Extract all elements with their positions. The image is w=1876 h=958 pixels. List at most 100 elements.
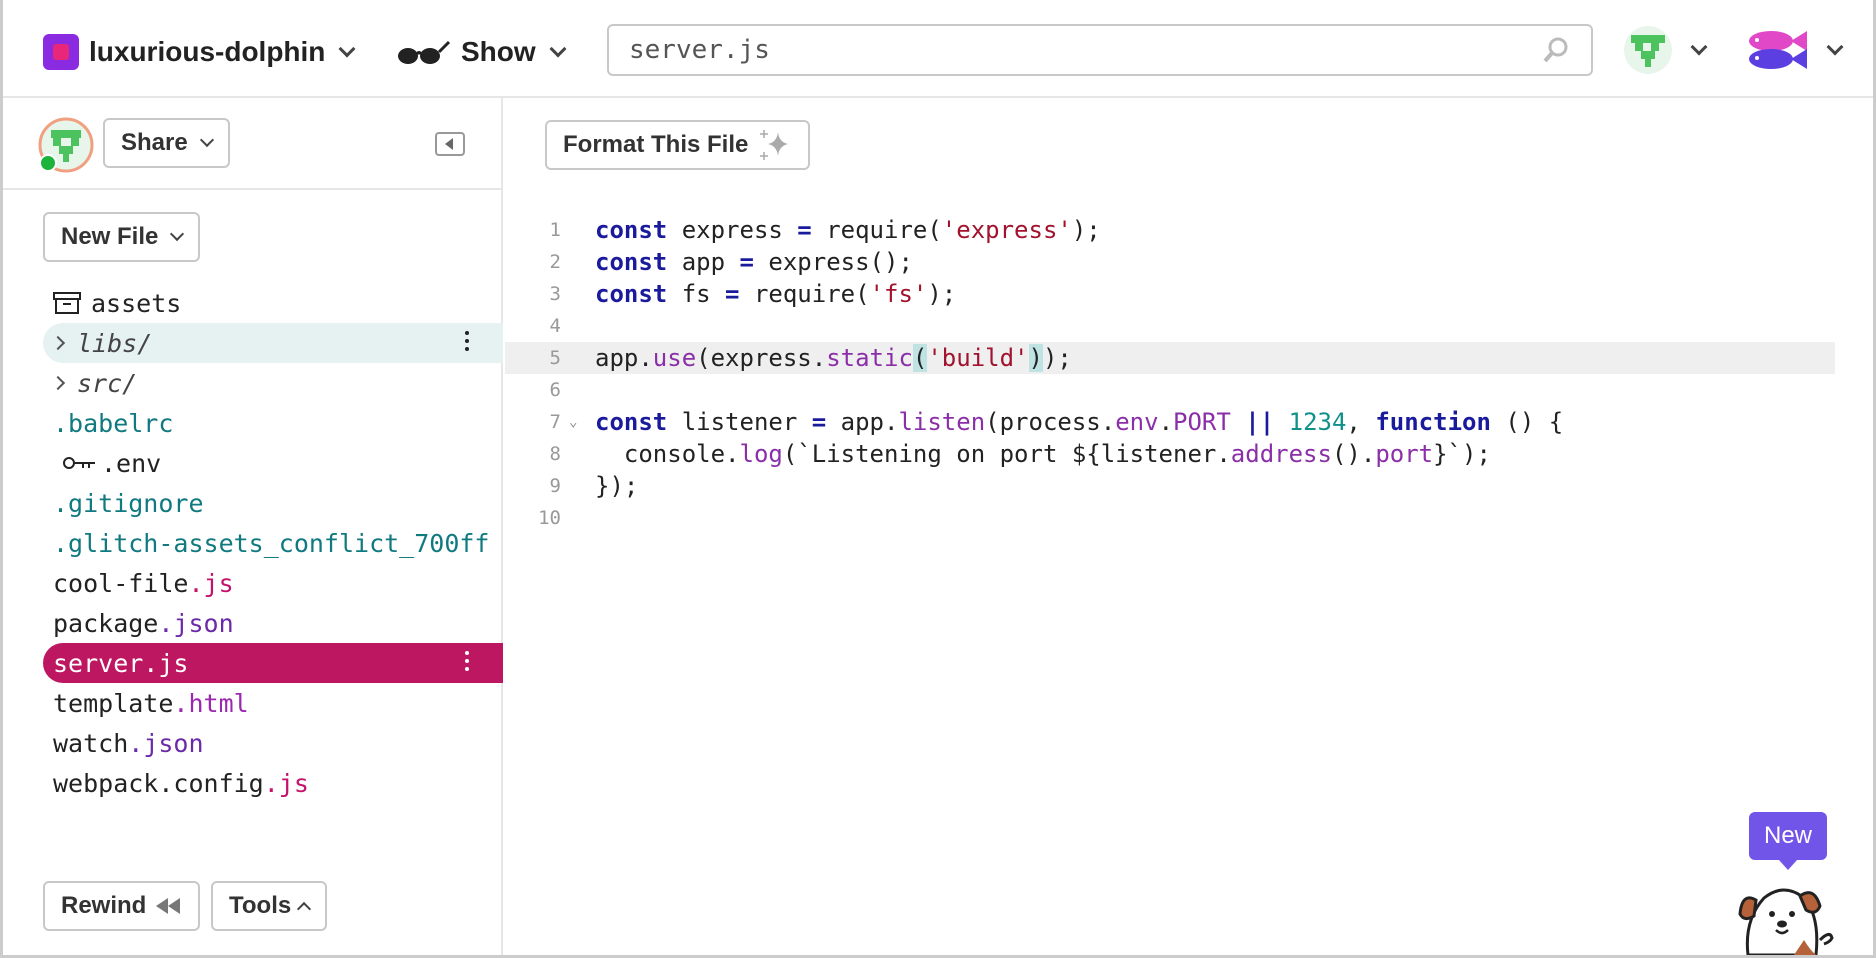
- line-number: 1: [549, 219, 561, 241]
- code-line: 3 const fs = require('fs');: [505, 278, 1835, 310]
- folder-item-src[interactable]: src/: [43, 363, 503, 403]
- format-file-button[interactable]: Format This File: [545, 120, 811, 170]
- line-number: 7: [549, 411, 561, 433]
- file-label: .babelrc: [53, 408, 174, 438]
- share-label: Share: [121, 129, 188, 156]
- search-icon[interactable]: [1541, 35, 1571, 65]
- folder-item-libs[interactable]: libs/: [43, 323, 503, 363]
- code-line: 8 console.log(`Listening on port ${liste…: [505, 438, 1835, 470]
- code-text: console.log(`Listening on port ${listene…: [595, 440, 1491, 468]
- tools-button[interactable]: Tools: [211, 881, 328, 931]
- rewind-label: Rewind: [61, 892, 147, 919]
- code-text: const listener = app.listen(process.env.…: [595, 408, 1564, 436]
- chevron-down-icon: [1826, 38, 1844, 56]
- rewind-icon: [156, 898, 181, 914]
- code-line: 6: [505, 374, 1835, 406]
- chevron-down-icon: [338, 40, 356, 58]
- file-item-babelrc[interactable]: .babelrc: [43, 403, 503, 443]
- file-label: .glitch-assets_conflict_700ff: [53, 528, 490, 558]
- share-button[interactable]: Share: [103, 118, 230, 168]
- file-item-gitignore[interactable]: .gitignore: [43, 483, 503, 523]
- dog-mascot-icon[interactable]: [1734, 870, 1838, 955]
- show-label: Show: [461, 36, 536, 67]
- project-avatar: [43, 34, 79, 70]
- code-text: });: [595, 472, 639, 500]
- line-number: 4: [549, 315, 561, 337]
- sidebar: Share New File assets libs/ src/ .babelr…: [3, 98, 503, 955]
- sunglasses-icon: [398, 40, 451, 64]
- top-bar: luxurious-dolphin Show: [3, 0, 1873, 98]
- fish-avatar-icon: [1749, 31, 1807, 69]
- more-options-icon[interactable]: [465, 331, 469, 355]
- chevron-right-icon: [50, 335, 66, 351]
- file-label: .env: [101, 448, 162, 478]
- line-number: 9: [549, 475, 561, 497]
- code-text: const app = express();: [595, 248, 913, 276]
- archive-icon: [53, 292, 81, 314]
- collapse-sidebar-button[interactable]: [435, 132, 465, 156]
- sparkle-icon: [760, 130, 789, 160]
- file-label: libs/: [77, 328, 153, 358]
- tools-label: Tools: [229, 892, 292, 919]
- file-item-webpack-config[interactable]: webpack.config .js: [43, 763, 503, 803]
- chevron-down-icon: [549, 40, 567, 58]
- line-number: 10: [538, 507, 561, 529]
- collaborator-avatar[interactable]: [37, 116, 95, 174]
- code-line: 4: [505, 310, 1835, 342]
- show-menu-button[interactable]: Show: [395, 32, 567, 72]
- file-item-env[interactable]: .env: [43, 443, 503, 483]
- chevron-down-icon: [199, 132, 214, 148]
- line-number: 8: [549, 443, 561, 465]
- more-options-icon[interactable]: [465, 651, 469, 675]
- file-basename: webpack.config: [53, 768, 264, 798]
- key-icon: [63, 457, 95, 469]
- line-number: 5: [549, 347, 561, 369]
- file-item-package[interactable]: package .json: [43, 603, 503, 643]
- code-area[interactable]: 1 const express = require('express'); 2 …: [505, 214, 1835, 534]
- file-basename: template: [53, 688, 174, 718]
- file-basename: cool-file: [53, 568, 189, 598]
- format-label: Format This File: [563, 131, 749, 158]
- chevron-right-icon: [50, 375, 66, 391]
- code-editor: Format This File 1 const express = requi…: [505, 98, 1873, 955]
- chevron-down-icon: [170, 226, 185, 242]
- project-menu-button[interactable]: luxurious-dolphin: [43, 32, 356, 72]
- file-item-cool-file[interactable]: cool-file .js: [43, 563, 503, 603]
- chevron-up-icon: [297, 901, 312, 917]
- file-label: server.js: [53, 648, 189, 678]
- code-text: const express = require('express');: [595, 216, 1101, 244]
- file-basename: package: [53, 608, 159, 638]
- code-line: 9 });: [505, 470, 1835, 502]
- team-menu-button[interactable]: [1623, 24, 1708, 76]
- code-line: 1 const express = require('express');: [505, 214, 1835, 246]
- user-menu-button[interactable]: [1745, 24, 1844, 76]
- file-extension: .js: [263, 768, 309, 798]
- file-label: .gitignore: [53, 488, 204, 518]
- fold-toggle-icon[interactable]: ⌄: [569, 414, 581, 430]
- sidebar-top: Share: [3, 98, 501, 190]
- file-item-watch[interactable]: watch .json: [43, 723, 503, 763]
- file-item-assets[interactable]: assets: [43, 283, 503, 323]
- file-item-server[interactable]: server.js: [43, 643, 503, 683]
- new-file-label: New File: [61, 223, 159, 250]
- code-text: app.use(express.static('build'));: [595, 344, 1072, 372]
- file-item-glitch-assets-conflict[interactable]: .glitch-assets_conflict_700ff: [43, 523, 503, 563]
- line-number: 6: [549, 379, 561, 401]
- new-badge-label: New: [1763, 822, 1812, 849]
- rewind-button[interactable]: Rewind: [43, 881, 201, 931]
- team-avatar-icon: [1624, 26, 1672, 74]
- code-line: 10: [505, 502, 1835, 534]
- search-input[interactable]: [629, 35, 1541, 65]
- code-line-active: 5 app.use(express.static('build'));: [505, 342, 1835, 374]
- new-file-button[interactable]: New File: [43, 212, 201, 262]
- code-line: 2 const app = express();: [505, 246, 1835, 278]
- new-badge[interactable]: New: [1749, 812, 1827, 870]
- line-number: 3: [549, 283, 561, 305]
- code-text: const fs = require('fs');: [595, 280, 957, 308]
- file-extension: .json: [158, 608, 234, 638]
- file-item-template[interactable]: template .html: [43, 683, 503, 723]
- code-line: 7 ⌄ const listener = app.listen(process.e…: [505, 406, 1835, 438]
- file-extension: .html: [173, 688, 249, 718]
- line-number: 2: [549, 251, 561, 273]
- file-extension: .json: [128, 728, 204, 758]
